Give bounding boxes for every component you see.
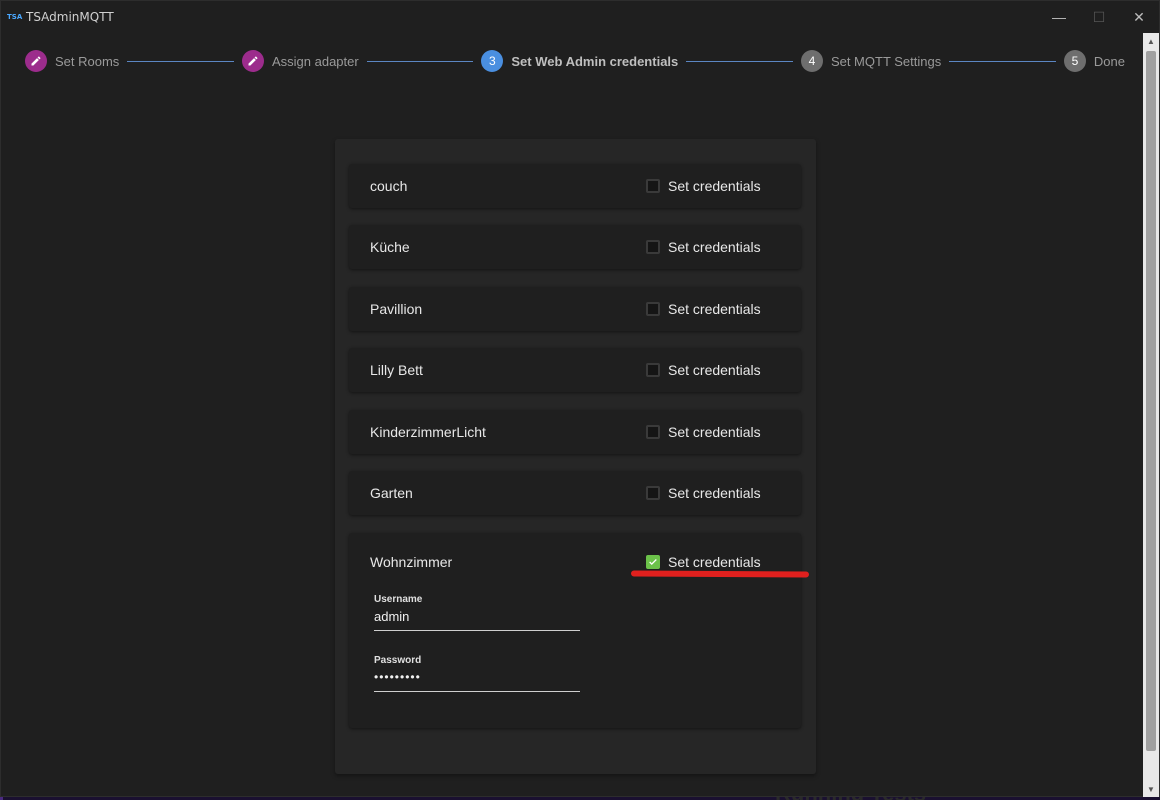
room-name: couch [370,178,408,194]
step-connector [127,60,234,62]
set-credentials-checkbox[interactable] [646,240,660,254]
set-credentials-label[interactable]: Set credentials [668,362,761,378]
room-name: Pavillion [370,301,423,317]
set-credentials-checkbox[interactable] [646,302,660,316]
step-done[interactable]: 5 Done [1063,50,1125,72]
username-field: Username admin [374,594,580,631]
step-assign-adapter[interactable]: Assign adapter [241,50,359,72]
set-credentials-checkbox[interactable] [646,363,660,377]
maximize-button[interactable]: ☐ [1079,1,1119,33]
room-row: couch Set credentials [349,164,801,208]
room-name: Wohnzimmer [370,554,453,570]
step-connector [686,60,793,62]
step-number: 4 [800,50,823,72]
room-name: Lilly Bett [370,362,423,378]
minimize-button[interactable]: — [1039,1,1079,33]
scroll-thumb[interactable] [1146,51,1156,751]
step-label: Set MQTT Settings [830,53,942,69]
username-input[interactable]: admin [374,609,580,631]
step-label: Set Web Admin credentials [511,53,679,69]
set-credentials-label[interactable]: Set credentials [668,554,761,570]
step-set-mqtt-settings[interactable]: 4 Set MQTT Settings [800,50,942,72]
step-connector [366,60,474,62]
step-set-rooms[interactable]: Set Rooms [25,50,119,72]
room-row: Pavillion Set credentials [349,287,801,331]
password-label: Password [374,655,422,666]
annotation-highlight [630,570,810,578]
room-row: Garten Set credentials [349,471,801,515]
set-credentials-label[interactable]: Set credentials [668,485,761,501]
username-label: Username [374,594,423,605]
set-credentials-checkbox[interactable] [646,179,660,193]
credentials-card: couch Set credentials Küche Set credenti… [335,139,816,774]
app-logo-icon: TSA [7,13,23,21]
step-set-web-admin-credentials[interactable]: 3 Set Web Admin credentials [481,50,678,72]
room-row-expanded: Wohnzimmer Set credentials Username admi… [349,533,801,728]
set-credentials-label[interactable]: Set credentials [668,301,761,317]
room-name: Garten [370,485,413,501]
room-name: Küche [370,239,410,255]
scroll-up-arrow-icon[interactable]: ▲ [1143,33,1159,49]
step-connector [949,60,1056,62]
set-credentials-label[interactable]: Set credentials [668,239,761,255]
pencil-icon [25,50,47,72]
close-button[interactable]: ✕ [1119,1,1159,33]
app-window: TSA TSAdminMQTT — ☐ ✕ Set Rooms Assign a… [0,0,1160,797]
password-input[interactable]: ••••••••• [374,670,580,692]
window-title: TSAdminMQTT [26,10,114,24]
checkmark-icon [649,559,657,565]
step-number: 3 [481,50,504,72]
title-bar[interactable]: TSA TSAdminMQTT — ☐ ✕ [1,1,1159,33]
set-credentials-label[interactable]: Set credentials [668,178,761,194]
set-credentials-checkbox[interactable] [646,425,660,439]
set-credentials-checkbox[interactable] [646,555,660,569]
window-controls: — ☐ ✕ [1039,1,1159,33]
room-row: Lilly Bett Set credentials [349,348,801,392]
set-credentials-label[interactable]: Set credentials [668,424,761,440]
vertical-scrollbar[interactable]: ▲ ▼ [1143,33,1159,797]
pencil-icon [241,50,264,72]
room-name: KinderzimmerLicht [370,424,486,440]
scroll-down-arrow-icon[interactable]: ▼ [1143,781,1159,797]
wizard-stepper: Set Rooms Assign adapter 3 Set Web Admin… [25,49,1125,73]
step-label: Done [1093,53,1125,69]
step-label: Assign adapter [271,53,359,69]
password-field: Password ••••••••• [374,655,580,692]
room-row: KinderzimmerLicht Set credentials [349,410,801,454]
step-label: Set Rooms [55,53,120,69]
set-credentials-checkbox[interactable] [646,486,660,500]
room-row: Küche Set credentials [349,225,801,269]
step-number: 5 [1063,50,1086,72]
